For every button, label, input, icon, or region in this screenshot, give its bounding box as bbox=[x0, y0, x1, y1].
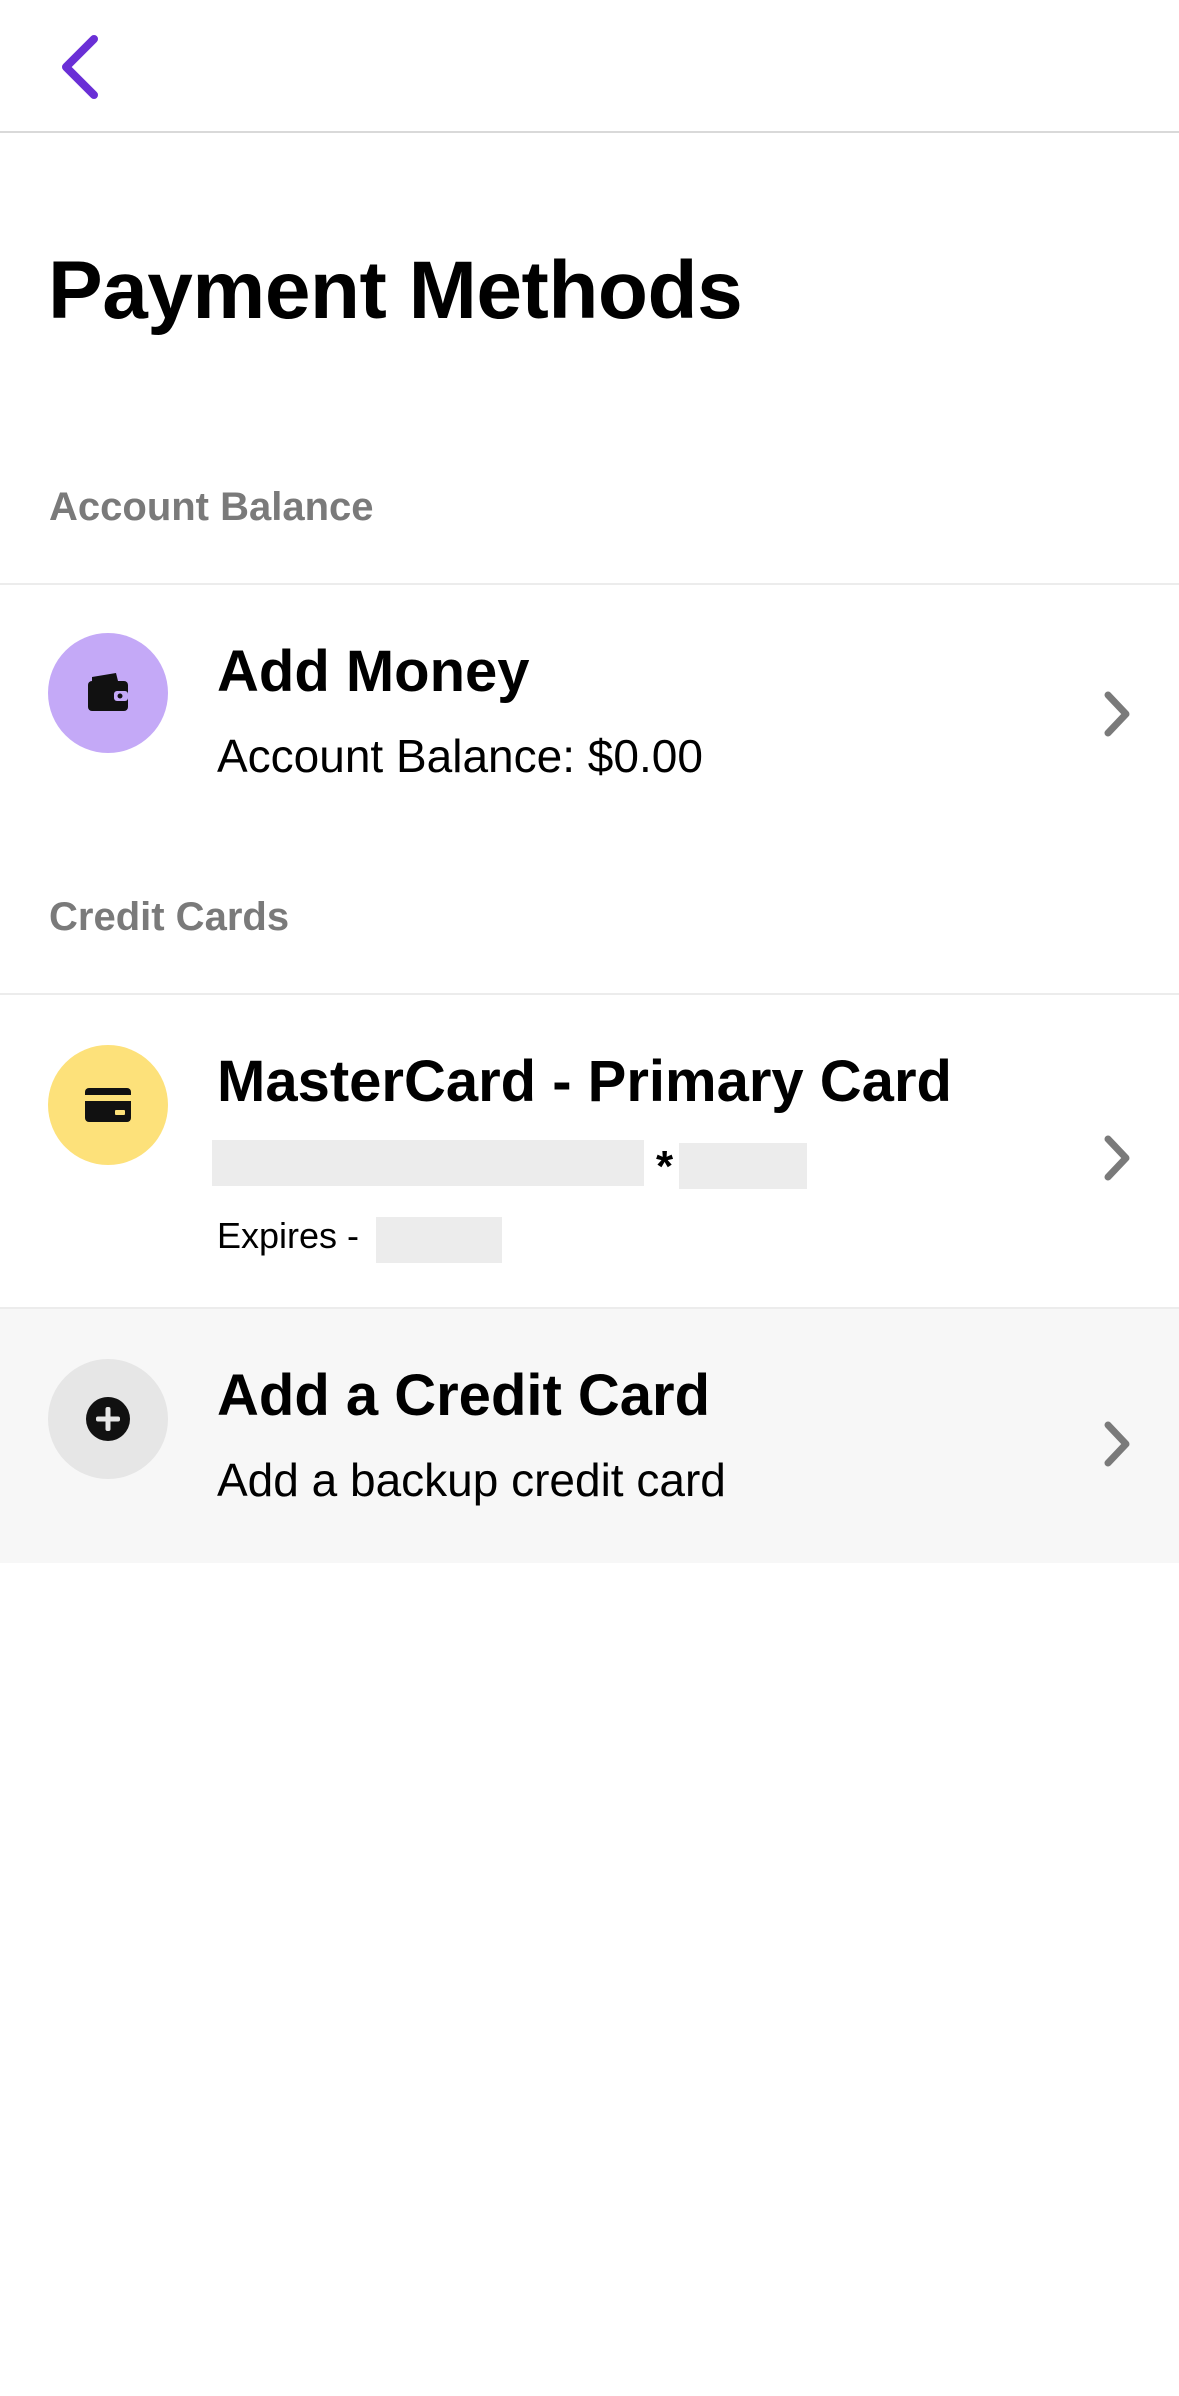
credit-card-icon bbox=[85, 1088, 131, 1122]
payment-methods-screen: Payment Methods Account Balance Add Mone… bbox=[0, 0, 1179, 2396]
page-title: Payment Methods bbox=[48, 245, 743, 336]
add-card-icon-circle bbox=[48, 1359, 168, 1479]
chevron-right-icon bbox=[1104, 691, 1130, 737]
back-button[interactable] bbox=[40, 22, 120, 112]
nav-bar bbox=[0, 0, 1179, 133]
card-title: MasterCard - Primary Card bbox=[217, 1049, 952, 1114]
card-last-digits-redacted bbox=[679, 1143, 807, 1189]
card-number-separator: * bbox=[656, 1142, 674, 1191]
account-balance-value: Account Balance: $0.00 bbox=[217, 730, 703, 782]
wallet-icon bbox=[88, 673, 128, 711]
card-expiry-redacted bbox=[376, 1217, 502, 1263]
chevron-right-icon bbox=[1104, 1421, 1130, 1467]
card-number-redacted bbox=[212, 1140, 644, 1186]
card-expires-label: Expires - bbox=[217, 1215, 360, 1256]
add-card-subtitle: Add a backup credit card bbox=[217, 1454, 726, 1506]
section-header-credit-cards: Credit Cards bbox=[49, 895, 290, 939]
add-money-row[interactable]: Add Money Account Balance: $0.00 bbox=[0, 585, 1179, 810]
chevron-left-icon bbox=[62, 35, 98, 99]
add-card-title: Add a Credit Card bbox=[217, 1363, 711, 1428]
add-money-title: Add Money bbox=[217, 639, 530, 704]
section-header-account-balance: Account Balance bbox=[49, 485, 374, 529]
add-credit-card-row[interactable]: Add a Credit Card Add a backup credit ca… bbox=[0, 1309, 1179, 1563]
plus-circle-icon bbox=[86, 1397, 130, 1441]
credit-card-row-primary[interactable]: MasterCard - Primary Card * Expires - bbox=[0, 995, 1179, 1307]
add-money-icon-circle bbox=[48, 633, 168, 753]
chevron-right-icon bbox=[1104, 1135, 1130, 1181]
credit-card-icon-circle bbox=[48, 1045, 168, 1165]
